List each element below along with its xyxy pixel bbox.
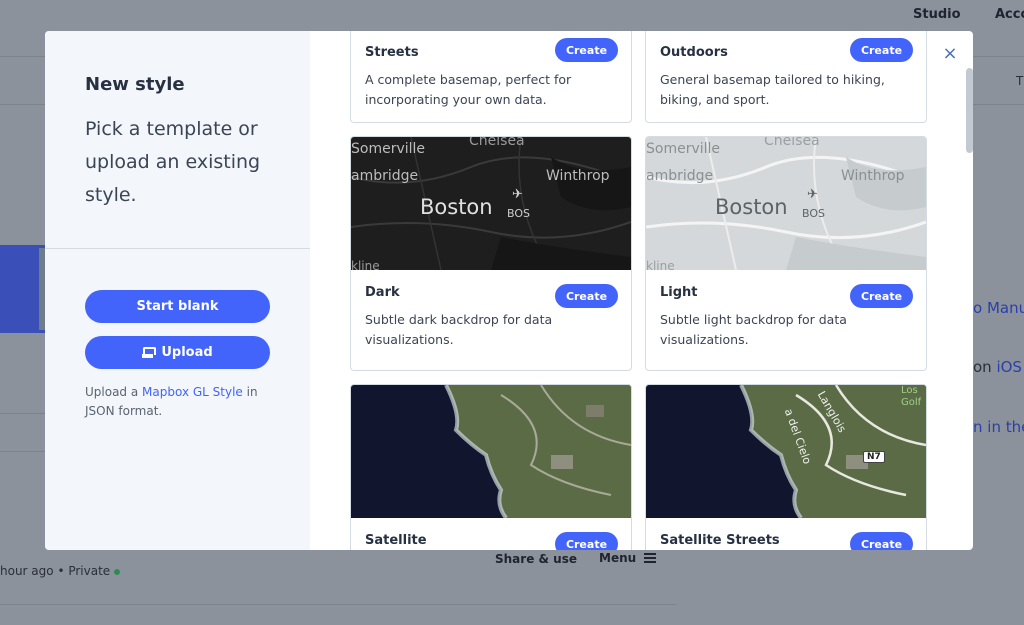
dark-map-preview: Somerville ambridge Chelsea Winthrop kli… (351, 137, 631, 270)
hamburger-icon (644, 553, 657, 563)
template-card-outdoors[interactable]: Outdoors General basemap tailored to hik… (645, 31, 927, 123)
template-description: General basemap tailored to hiking, biki… (660, 72, 885, 107)
tab-fragment[interactable]: T (1016, 74, 1023, 88)
template-card-light[interactable]: Somerville ambridge Chelsea Winthrop kli… (645, 136, 927, 371)
create-button[interactable]: Create (850, 532, 913, 550)
create-button[interactable]: Create (555, 284, 618, 308)
template-card-satellite[interactable]: Satellite Create (350, 384, 632, 550)
airplane-icon: ✈ (807, 187, 818, 202)
nav-studio-link[interactable]: Studio (913, 7, 961, 22)
template-card-satellite-streets[interactable]: a del Cielo Langlois Los Golf N7 Satelli… (645, 384, 927, 550)
satellite-map-preview (351, 385, 631, 518)
upload-button[interactable]: Upload (85, 336, 270, 369)
sidebar-divider (45, 248, 310, 249)
light-map-preview: Somerville ambridge Chelsea Winthrop kli… (646, 137, 926, 270)
divider (0, 413, 45, 414)
airplane-icon: ✈ (512, 187, 523, 202)
modal-title: New style (85, 74, 185, 95)
create-button[interactable]: Create (555, 532, 618, 550)
scrollbar[interactable] (966, 68, 973, 153)
upload-icon (142, 347, 157, 358)
status-dot (114, 568, 121, 575)
create-button[interactable]: Create (850, 284, 913, 308)
satellite-streets-map-preview: a del Cielo Langlois Los Golf N7 (646, 385, 926, 518)
nav-account-link[interactable]: Acco (995, 7, 1024, 22)
create-button[interactable]: Create (555, 38, 618, 62)
help-link[interactable]: n in the (973, 418, 1024, 436)
template-description: A complete basemap, perfect for incorpor… (365, 72, 572, 107)
template-description: Subtle dark backdrop for data visualizat… (365, 312, 553, 347)
template-description: Subtle light backdrop for data visualiza… (660, 312, 847, 347)
help-link[interactable]: o Manu (973, 299, 1024, 317)
template-card-dark[interactable]: Somerville ambridge Chelsea Winthrop kli… (350, 136, 632, 371)
share-use-button[interactable]: Share & use (495, 552, 577, 566)
upload-note: Upload a Mapbox GL Style in JSON format. (85, 385, 258, 418)
modal-subtitle: Pick a template or upload an existing st… (85, 118, 261, 206)
menu-button[interactable]: Menu (599, 551, 657, 565)
new-style-modal: New style Pick a template or upload an e… (45, 31, 973, 550)
road-shield: N7 (863, 451, 885, 463)
mapbox-gl-style-link[interactable]: Mapbox GL Style (142, 385, 243, 399)
modal-sidebar: New style Pick a template or upload an e… (45, 31, 310, 550)
divider (0, 451, 45, 452)
start-blank-button[interactable]: Start blank (85, 290, 270, 323)
satellite-imagery (444, 385, 631, 518)
template-gallery: Streets A complete basemap, perfect for … (310, 31, 973, 550)
template-card-streets[interactable]: Streets A complete basemap, perfect for … (350, 31, 632, 123)
divider (0, 604, 676, 605)
close-icon[interactable]: × (940, 44, 960, 64)
style-meta: hour ago • Private (0, 564, 121, 578)
create-button[interactable]: Create (850, 38, 913, 62)
help-link-ios[interactable]: on iOS c (973, 358, 1024, 376)
